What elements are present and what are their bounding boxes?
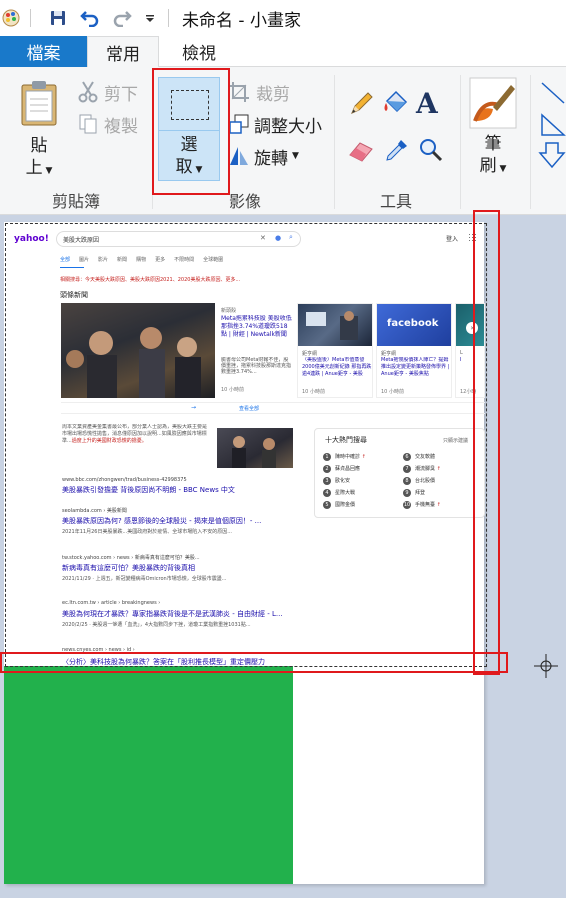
eraser-icon [349,142,373,162]
tab-home[interactable]: 常用 [87,36,159,68]
copy-icon [79,114,97,134]
crop-label: 裁剪 [256,84,290,105]
tools-group-label: 工具 [379,192,412,211]
chevron-down-icon: ▼ [496,164,507,174]
highlight-bottom-edge [0,652,508,673]
resize-label: 調整大小 [254,116,322,137]
chevron-down-icon: ▼ [42,166,53,176]
eyedropper-icon [386,140,407,161]
rotate-button[interactable]: 旋轉 ▼ [228,143,299,169]
brushes-button[interactable]: 筆 刷 ▼ [466,77,520,185]
group-separator [530,75,531,209]
paint-app-icon[interactable] [0,0,22,36]
selection-marquee[interactable] [5,223,487,667]
copy-button[interactable]: 複製 [78,111,138,137]
crop-icon [229,82,249,102]
clipboard-icon [21,81,57,126]
ribbon-tabs: 檔案 常用 檢視 [0,36,566,68]
scissors-icon [78,81,98,103]
group-separator [460,75,461,209]
paint-bucket-icon [384,90,408,113]
paste-label-2: 上 [25,158,43,178]
brushes-label-2: 刷 [479,156,497,176]
paste-button[interactable]: 貼 上 ▼ [14,79,64,189]
magnifier-icon [420,139,443,162]
pencil-tool[interactable] [348,91,376,119]
eraser-tool[interactable] [348,137,376,165]
ribbon: 貼 上 ▼ 剪下 複製 剪貼簿 選 取 ▼ 裁剪 調整大小 旋轉 ▼ 影像 A [0,67,566,215]
resize-button[interactable]: 調整大小 [228,111,322,137]
down-arrow-shape-icon [538,142,566,169]
save-icon[interactable] [46,0,70,36]
tab-view[interactable]: 檢視 [163,36,235,67]
magnifier-tool[interactable] [418,137,446,165]
group-separator [334,75,335,209]
fill-tool[interactable] [382,89,412,119]
text-tool[interactable]: A [416,87,446,121]
cut-button[interactable]: 剪下 [78,79,138,105]
paste-label-1: 貼 [30,136,48,156]
highlight-right-edge [473,210,500,675]
crop-button[interactable]: 裁剪 [228,79,290,105]
window-title: 未命名 - 小畫家 [182,11,301,31]
title-bar: 未命名 - 小畫家 [0,0,566,36]
redo-icon[interactable] [110,0,134,36]
green-rectangle-shape [4,666,293,884]
tab-file[interactable]: 檔案 [0,36,87,67]
customize-toolbar-icon[interactable] [142,0,158,36]
brush-icon [469,77,517,129]
line-shape-icon [541,82,565,104]
resize-icon [229,114,249,134]
clipboard-group-label: 剪貼簿 [51,192,100,211]
copy-label: 複製 [104,116,138,137]
triangle-shape-icon [541,113,566,136]
shapes-gallery[interactable] [538,77,566,187]
crosshair-cursor-icon [534,654,558,678]
rotate-label: 旋轉 [254,148,288,169]
color-picker-tool[interactable] [384,137,412,165]
chevron-down-icon: ▼ [292,151,299,161]
highlight-select-button [152,68,230,195]
brushes-label-1: 筆 [484,134,502,154]
undo-icon[interactable] [78,0,102,36]
cut-label: 剪下 [104,84,138,105]
pencil-icon [351,92,373,114]
rotate-icon [230,147,248,165]
text-a-icon: A [416,87,438,120]
